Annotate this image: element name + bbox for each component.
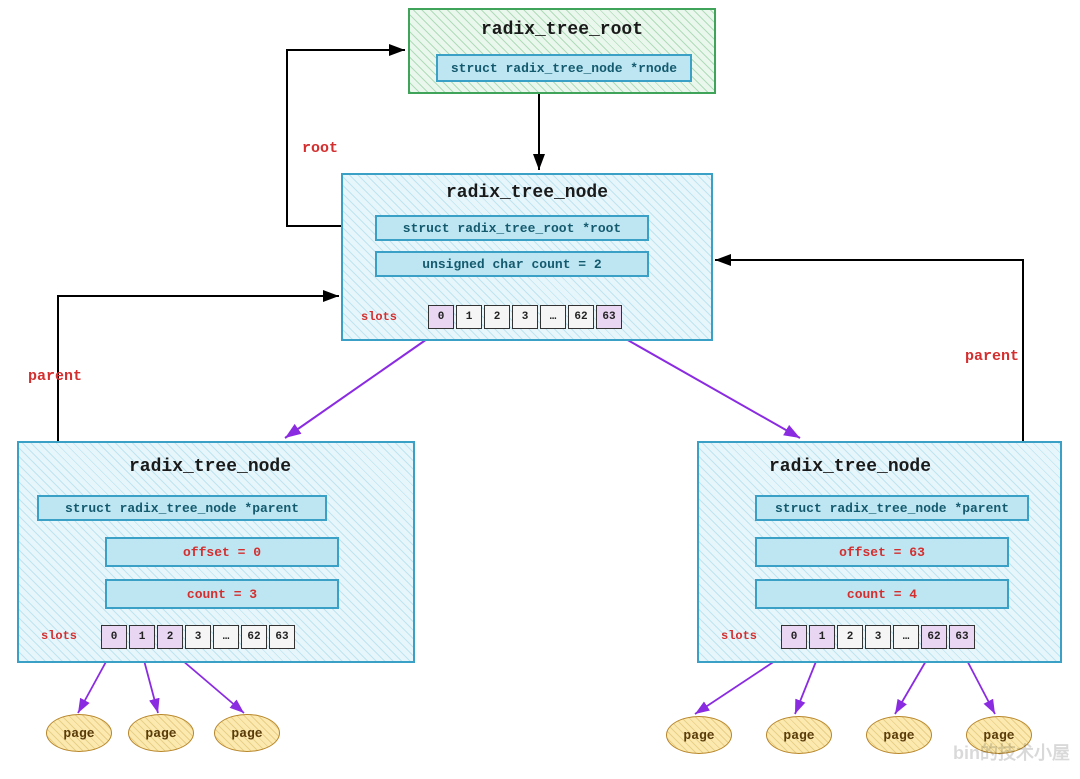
left-field-count: count = 3 [105,579,339,609]
slot-cell: 0 [781,625,807,649]
slot-cell: 3 [512,305,538,329]
page-right-2: page [866,716,932,754]
slot-cell: … [540,305,566,329]
slot-cell: … [213,625,239,649]
slot-cell: 63 [596,305,622,329]
left-node: radix_tree_node struct radix_tree_node *… [17,441,415,663]
page-right-1: page [766,716,832,754]
slot-cell: 2 [837,625,863,649]
page-left-0: page [46,714,112,752]
slot-cell: 1 [129,625,155,649]
left-node-title: radix_tree_node [129,457,291,477]
left-slots-row: 0123…6263 [101,625,295,649]
root-title: radix_tree_root [410,20,714,40]
middle-slots-row: 0123…6263 [428,305,622,329]
slot-cell: 3 [185,625,211,649]
middle-slots-label: slots [361,310,397,324]
edge-label-parent-left: parent [28,368,82,385]
slot-cell: 3 [865,625,891,649]
slot-cell: … [893,625,919,649]
right-node-title: radix_tree_node [769,457,931,477]
left-field-parent: struct radix_tree_node *parent [37,495,327,521]
right-node: radix_tree_node struct radix_tree_node *… [697,441,1062,663]
slot-cell: 63 [269,625,295,649]
right-slots-row: 0123…6263 [781,625,975,649]
slot-cell: 2 [157,625,183,649]
left-slots-label: slots [41,629,77,643]
slot-cell: 63 [949,625,975,649]
right-field-parent: struct radix_tree_node *parent [755,495,1029,521]
slot-cell: 62 [921,625,947,649]
slot-cell: 0 [428,305,454,329]
slot-cell: 62 [241,625,267,649]
middle-field-root: struct radix_tree_root *root [375,215,649,241]
slot-cell: 1 [809,625,835,649]
slot-cell: 2 [484,305,510,329]
root-field-rnode: struct radix_tree_node *rnode [436,54,692,82]
edge-label-parent-right: parent [965,348,1019,365]
page-left-2: page [214,714,280,752]
left-field-offset: offset = 0 [105,537,339,567]
right-field-offset: offset = 63 [755,537,1009,567]
middle-field-count: unsigned char count = 2 [375,251,649,277]
middle-node: radix_tree_node struct radix_tree_root *… [341,173,713,341]
middle-node-title: radix_tree_node [343,183,711,203]
edge-label-root: root [302,140,338,157]
right-slots-label: slots [721,629,757,643]
page-right-0: page [666,716,732,754]
slot-cell: 62 [568,305,594,329]
root-box: radix_tree_root struct radix_tree_node *… [408,8,716,94]
slot-cell: 0 [101,625,127,649]
slot-cell: 1 [456,305,482,329]
right-field-count: count = 4 [755,579,1009,609]
watermark: bin的技术小屋 [953,739,1070,765]
page-left-1: page [128,714,194,752]
